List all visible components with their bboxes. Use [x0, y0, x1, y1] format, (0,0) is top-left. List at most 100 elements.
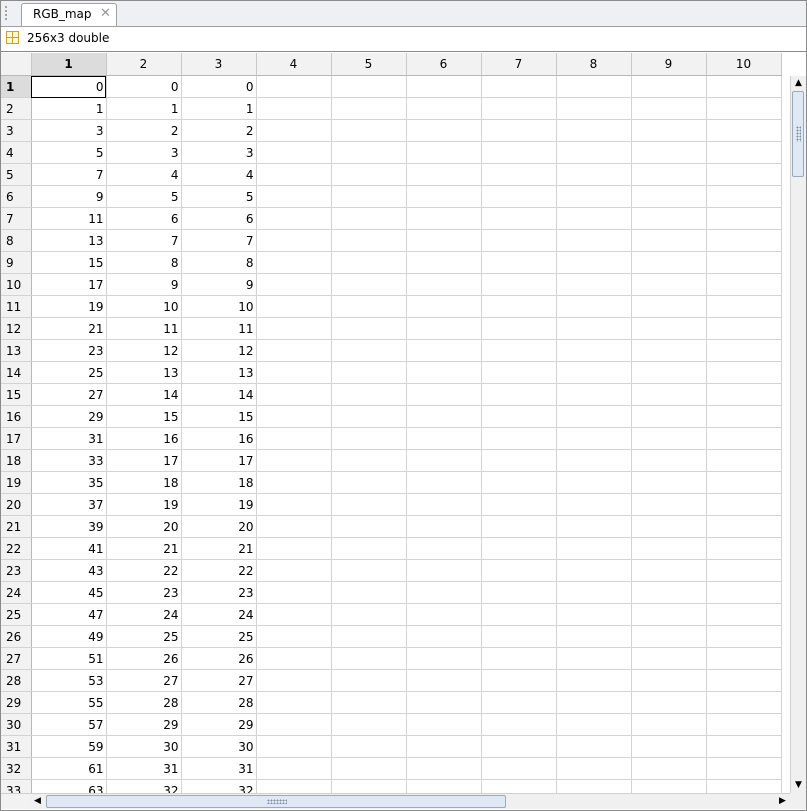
table-cell[interactable] [481, 757, 557, 780]
table-cell[interactable] [706, 339, 782, 362]
table-cell[interactable]: 31 [106, 757, 182, 780]
table-cell[interactable] [631, 735, 707, 758]
table-cell[interactable]: 11 [31, 207, 107, 230]
table-cell[interactable] [706, 471, 782, 494]
row-header[interactable]: 21 [1, 515, 32, 538]
table-cell[interactable] [706, 273, 782, 296]
table-cell[interactable] [256, 207, 332, 230]
table-cell[interactable] [556, 449, 632, 472]
close-icon[interactable]: ✕ [100, 6, 111, 22]
table-cell[interactable] [331, 493, 407, 516]
table-cell[interactable] [331, 757, 407, 780]
table-cell[interactable] [406, 163, 482, 186]
table-cell[interactable] [481, 449, 557, 472]
table-cell[interactable] [331, 449, 407, 472]
table-cell[interactable] [556, 185, 632, 208]
scroll-right-arrow-icon[interactable]: ▶ [775, 794, 790, 809]
table-cell[interactable]: 32 [181, 779, 257, 793]
table-cell[interactable]: 17 [181, 449, 257, 472]
table-cell[interactable] [331, 691, 407, 714]
table-cell[interactable]: 26 [106, 647, 182, 670]
table-cell[interactable] [706, 361, 782, 384]
table-cell[interactable] [256, 141, 332, 164]
table-cell[interactable] [406, 757, 482, 780]
table-cell[interactable] [481, 471, 557, 494]
table-cell[interactable] [481, 735, 557, 758]
table-cell[interactable] [556, 207, 632, 230]
table-cell[interactable]: 28 [106, 691, 182, 714]
table-cell[interactable] [706, 603, 782, 626]
row-header[interactable]: 22 [1, 537, 32, 560]
table-cell[interactable] [256, 361, 332, 384]
table-cell[interactable]: 53 [31, 669, 107, 692]
table-cell[interactable]: 8 [106, 251, 182, 274]
table-cell[interactable] [556, 493, 632, 516]
table-cell[interactable] [631, 691, 707, 714]
table-cell[interactable]: 57 [31, 713, 107, 736]
table-cell[interactable] [256, 625, 332, 648]
table-cell[interactable] [481, 141, 557, 164]
tab-rgb-map[interactable]: RGB_map ✕ [21, 3, 117, 26]
table-cell[interactable]: 29 [31, 405, 107, 428]
table-cell[interactable] [331, 471, 407, 494]
table-cell[interactable]: 9 [106, 273, 182, 296]
table-cell[interactable] [706, 295, 782, 318]
table-cell[interactable]: 2 [106, 119, 182, 142]
table-cell[interactable] [331, 625, 407, 648]
table-cell[interactable] [556, 75, 632, 98]
table-cell[interactable] [481, 317, 557, 340]
table-cell[interactable] [631, 669, 707, 692]
table-cell[interactable] [706, 757, 782, 780]
table-cell[interactable] [256, 757, 332, 780]
table-cell[interactable]: 29 [181, 713, 257, 736]
table-cell[interactable]: 16 [106, 427, 182, 450]
table-cell[interactable] [481, 405, 557, 428]
table-cell[interactable] [256, 273, 332, 296]
table-cell[interactable] [706, 229, 782, 252]
table-cell[interactable]: 47 [31, 603, 107, 626]
table-cell[interactable] [706, 119, 782, 142]
table-cell[interactable] [556, 339, 632, 362]
table-cell[interactable] [706, 405, 782, 428]
table-cell[interactable]: 6 [181, 207, 257, 230]
table-cell[interactable] [631, 493, 707, 516]
row-header[interactable]: 8 [1, 229, 32, 252]
table-cell[interactable]: 5 [106, 185, 182, 208]
table-cell[interactable] [331, 75, 407, 98]
table-cell[interactable]: 17 [31, 273, 107, 296]
table-cell[interactable] [481, 229, 557, 252]
row-header[interactable]: 7 [1, 207, 32, 230]
table-cell[interactable] [406, 361, 482, 384]
table-cell[interactable] [331, 735, 407, 758]
table-cell[interactable]: 30 [106, 735, 182, 758]
table-cell[interactable]: 18 [106, 471, 182, 494]
table-cell[interactable] [631, 449, 707, 472]
table-cell[interactable] [556, 625, 632, 648]
table-cell[interactable] [256, 163, 332, 186]
table-cell[interactable] [331, 559, 407, 582]
table-cell[interactable] [406, 207, 482, 230]
table-cell[interactable] [481, 119, 557, 142]
table-cell[interactable] [256, 97, 332, 120]
table-cell[interactable]: 20 [181, 515, 257, 538]
table-cell[interactable] [331, 603, 407, 626]
table-cell[interactable] [631, 581, 707, 604]
column-header-4[interactable]: 4 [256, 53, 332, 76]
table-cell[interactable]: 29 [106, 713, 182, 736]
table-cell[interactable] [556, 669, 632, 692]
table-cell[interactable]: 16 [181, 427, 257, 450]
table-cell[interactable] [256, 537, 332, 560]
table-cell[interactable]: 41 [31, 537, 107, 560]
scroll-left-arrow-icon[interactable]: ◀ [30, 794, 45, 809]
table-cell[interactable] [331, 185, 407, 208]
table-cell[interactable] [706, 251, 782, 274]
table-cell[interactable] [556, 141, 632, 164]
table-cell[interactable]: 13 [31, 229, 107, 252]
table-cell[interactable] [631, 185, 707, 208]
table-cell[interactable] [631, 339, 707, 362]
table-cell[interactable]: 0 [31, 75, 107, 98]
table-cell[interactable] [331, 537, 407, 560]
row-header[interactable]: 32 [1, 757, 32, 780]
table-cell[interactable] [406, 339, 482, 362]
table-cell[interactable]: 23 [31, 339, 107, 362]
